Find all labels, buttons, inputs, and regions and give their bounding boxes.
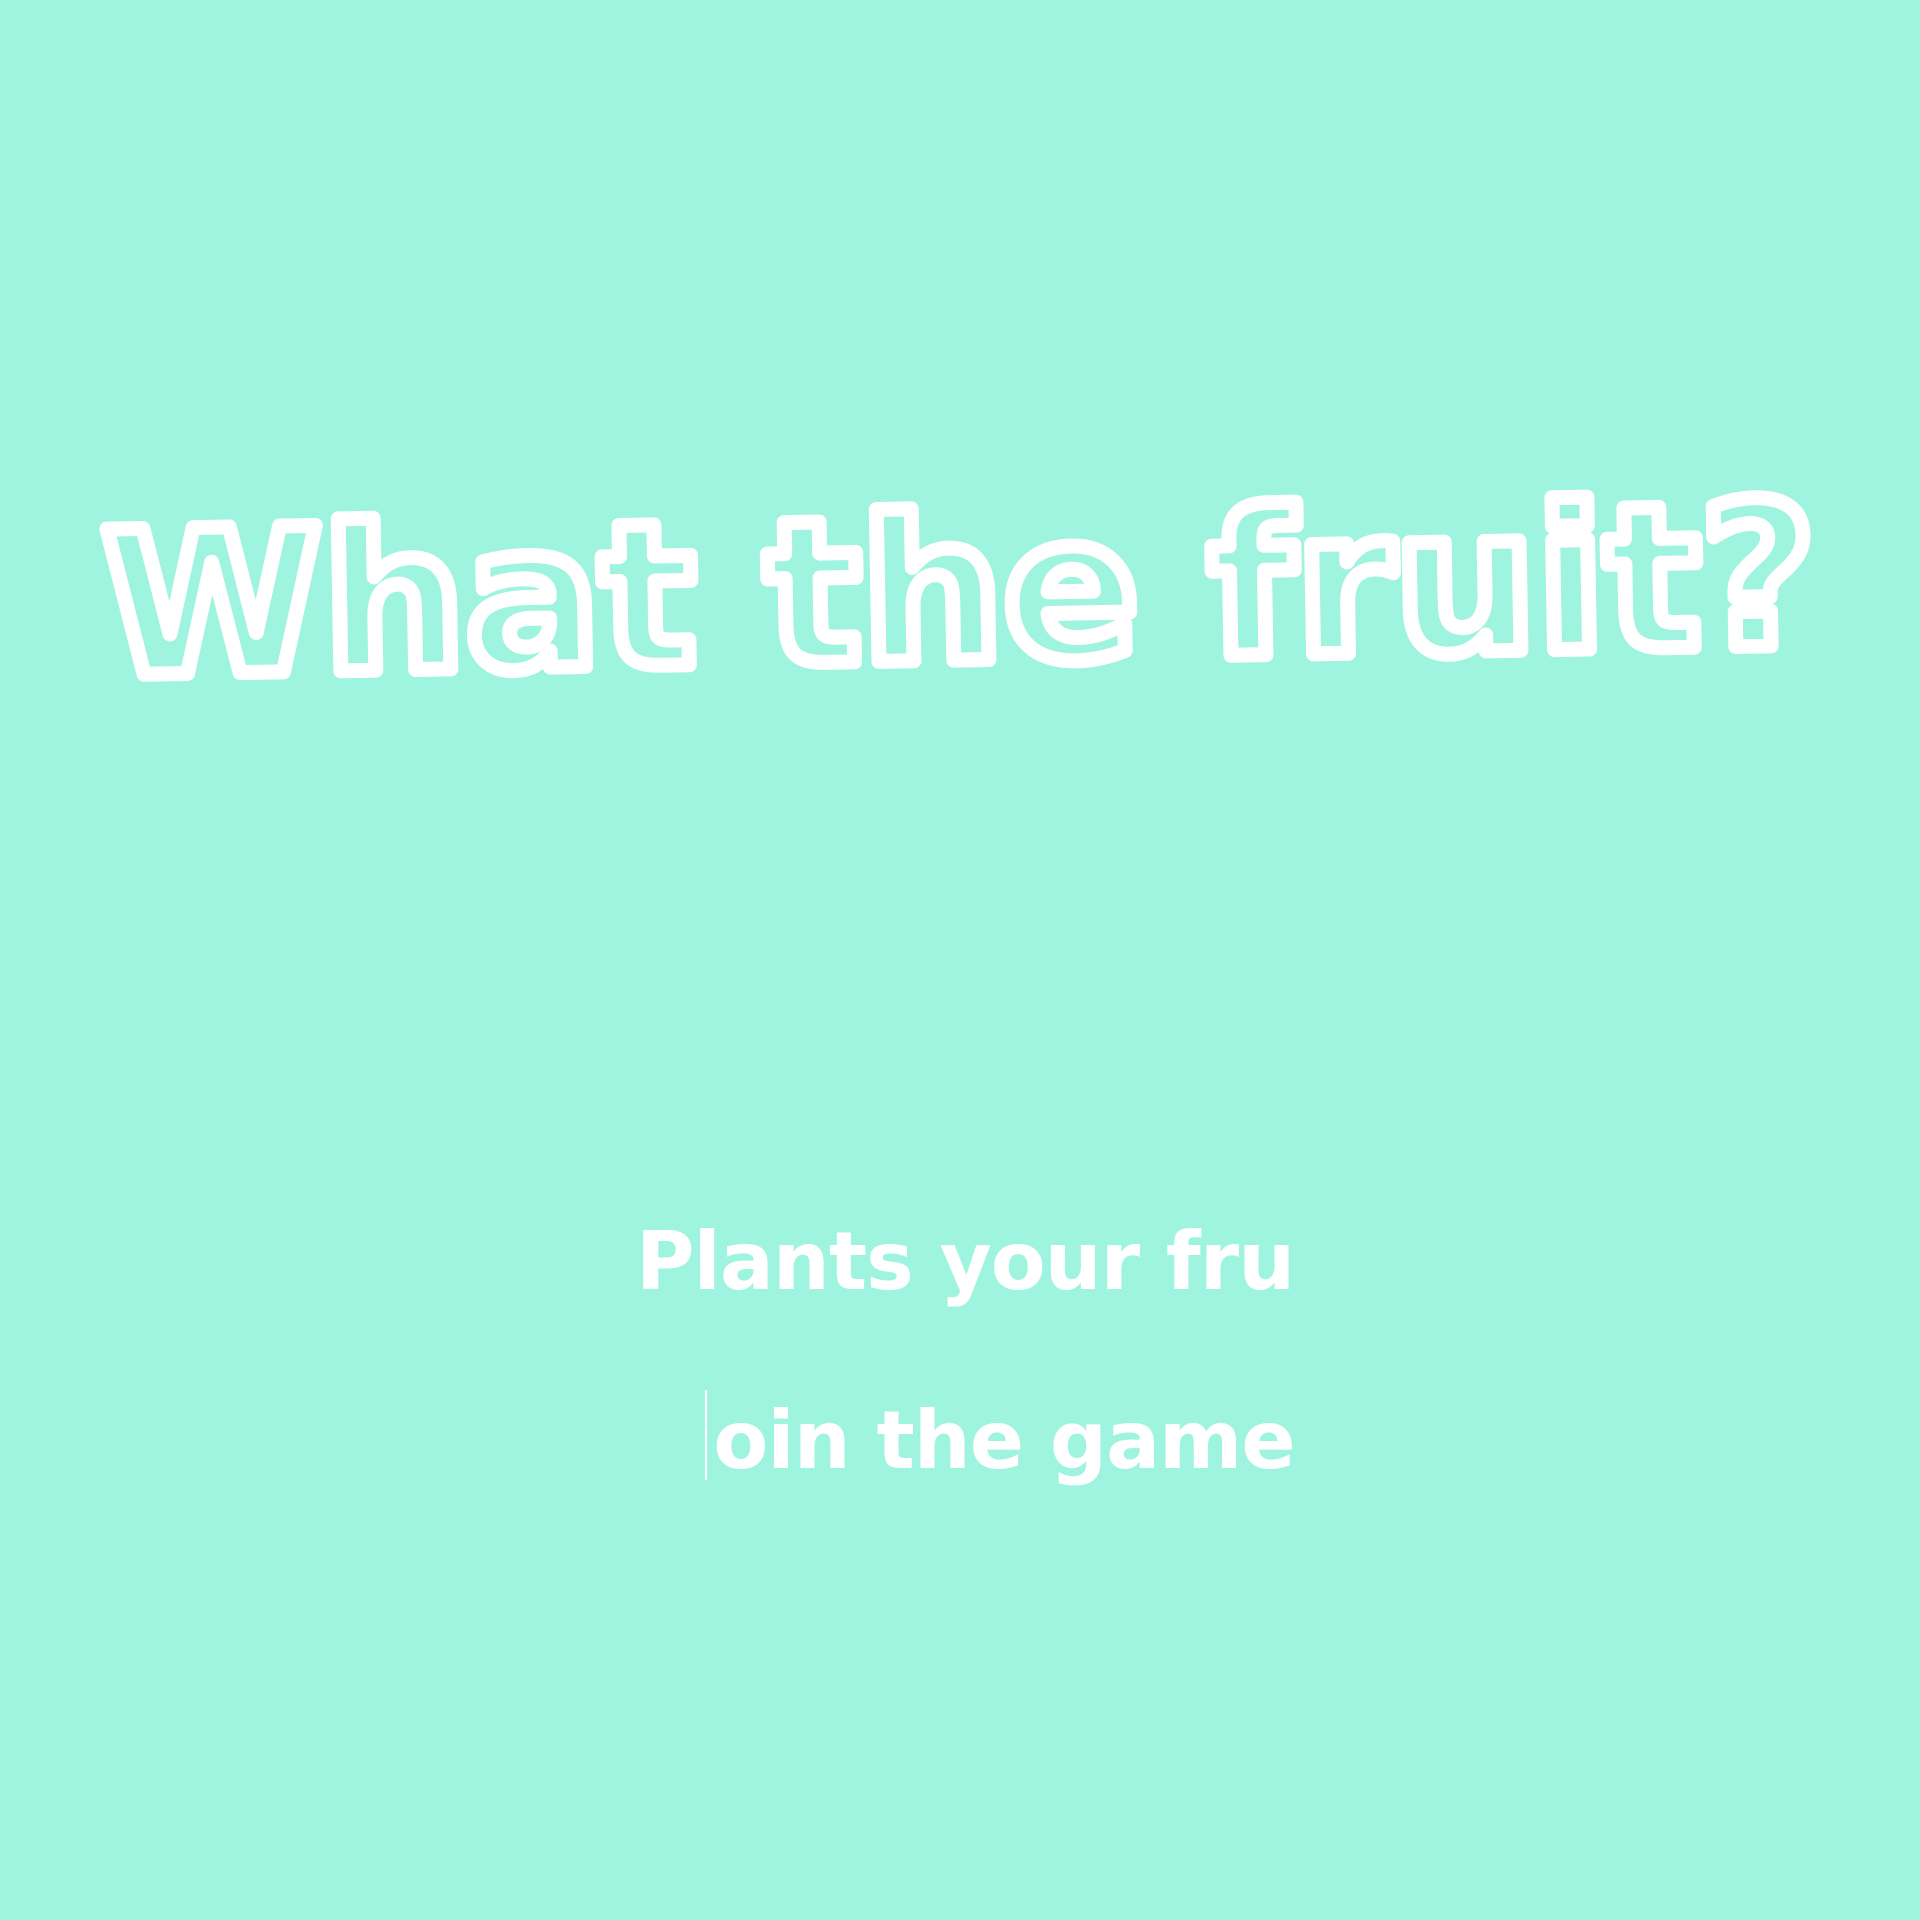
tagline-line-1: Plants your fru	[635, 1215, 1295, 1308]
game-title: What the fruit?	[100, 460, 1818, 723]
tagline-line-2: oin the game	[713, 1394, 1295, 1487]
text-cursor	[705, 1390, 708, 1480]
game-logo: What the fruit?	[0, 380, 1920, 740]
game-logo-svg: What the fruit?	[93, 453, 1826, 731]
title-screen: What the fruit? Plants your fru oin the …	[0, 0, 1920, 1920]
tagline-line-2-row: oin the game	[0, 1390, 1920, 1481]
